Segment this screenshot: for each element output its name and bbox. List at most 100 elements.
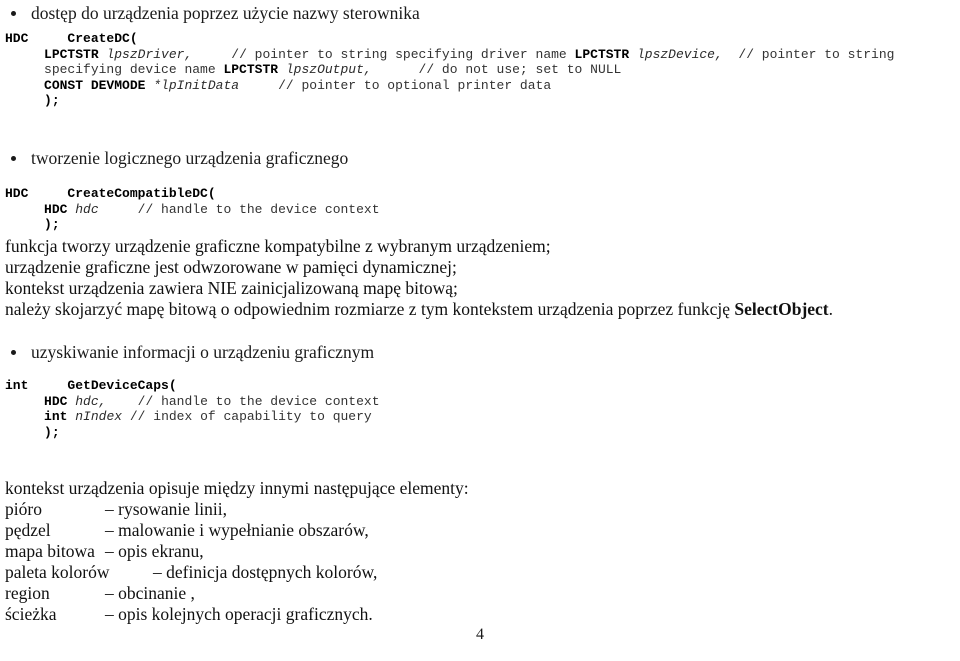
prose-line: funkcja tworzy urządzenie graficzne komp…: [5, 236, 833, 257]
code-token-ret: int: [5, 378, 29, 393]
definition-row: region – obcinanie ,: [5, 583, 377, 604]
definition-term: paleta kolorów: [5, 562, 110, 582]
prose-line: kontekst urządzenia zawiera NIE zainicja…: [5, 278, 833, 299]
definition-row: pędzel – malowanie i wypełnianie obszarów…: [5, 520, 377, 541]
definition-description: – malowanie i wypełnianie obszarów,: [105, 520, 369, 540]
definition-term: ścieżka: [5, 604, 57, 624]
code-token-kw: CONST DEVMODE: [44, 77, 146, 93]
code-line: );: [5, 93, 894, 109]
code-token-var: nIndex: [75, 409, 123, 425]
code-token-var: lpszOutput,: [285, 62, 372, 78]
code-line: HDC hdc, // handle to the device context: [5, 394, 380, 410]
definition-row: ścieżka – opis kolejnych operacji graficz…: [5, 604, 377, 625]
bullet-heading-access-device: dostęp do urządzenia poprzez użycie nazw…: [0, 2, 420, 24]
code-block-createdc: HDC CreateDC( LPCTSTR lpszDriver, // poi…: [5, 31, 894, 109]
definition-description: – obcinanie ,: [105, 583, 195, 603]
bullet-icon: [11, 156, 16, 161]
code-token-ret: HDC: [5, 31, 29, 46]
code-token-fn: CreateCompatibleDC(: [67, 186, 216, 201]
code-token-cmt: // handle to the device context: [137, 201, 380, 217]
code-token-kw: int: [44, 409, 68, 425]
definition-description: – definicja dostępnych kolorów,: [153, 562, 378, 582]
code-line: LPCTSTR lpszDriver, // pointer to string…: [5, 47, 894, 63]
page-number: 4: [476, 626, 484, 643]
definition-row: paleta kolorów – definicja dostępnych kol…: [5, 562, 377, 583]
code-token-kw: LPCTSTR: [574, 46, 630, 62]
code-token-var: hdc: [75, 201, 99, 217]
definition-term: region: [5, 583, 50, 603]
document-page: dostęp do urządzenia poprzez użycie nazw…: [0, 0, 960, 661]
code-token-fn: GetDeviceCaps(: [67, 378, 177, 393]
definition-description: – rysowanie linii,: [105, 499, 227, 519]
definition-term: pędzel: [5, 520, 51, 540]
code-token-fn: );: [44, 93, 60, 109]
code-token-cmt: // pointer to optional printer data: [278, 77, 552, 93]
code-token-cmt: // handle to the device context: [137, 393, 380, 409]
code-line: );: [5, 425, 380, 441]
bullet-icon: [11, 11, 16, 16]
definition-description: – opis ekranu,: [105, 541, 204, 561]
code-token-kw: HDC: [44, 393, 68, 409]
definition-row: pióro – rysowanie linii,: [5, 499, 377, 520]
code-line: CONST DEVMODE *lpInitData // pointer to …: [5, 78, 894, 94]
code-token-fn: CreateDC(: [67, 31, 138, 46]
bullet-heading-create-logical-device: tworzenie logicznego urządzenia graficzn…: [0, 147, 348, 169]
prose-text: należy skojarzyć mapę bitową o odpowiedn…: [5, 299, 735, 319]
code-token-cmt: // pointer to string specifying driver n…: [231, 46, 575, 62]
code-block-getdevicecaps: int GetDeviceCaps( HDC hdc, // handle to…: [5, 378, 380, 440]
code-token-var: lpszDevice,: [636, 46, 723, 62]
code-token-fn: );: [44, 217, 60, 233]
code-line: );: [5, 217, 380, 233]
bullet-heading-device-info: uzyskiwanie informacji o urządzeniu graf…: [0, 341, 374, 363]
code-token-fn: );: [44, 424, 60, 440]
code-block-createcompatibledc: HDC CreateCompatibleDC( HDC hdc // handl…: [5, 186, 380, 233]
bullet-heading-label: uzyskiwanie informacji o urządzeniu graf…: [31, 342, 375, 362]
code-token-cmt: // index of capability to query: [129, 409, 372, 425]
bullet-heading-label: tworzenie logicznego urządzenia graficzn…: [31, 148, 349, 168]
code-line: specifying device name LPCTSTR lpszOutpu…: [5, 62, 894, 78]
closing-intro-text: kontekst urządzenia opisuje między innym…: [5, 478, 469, 498]
code-token-cmt: // pointer to string: [738, 46, 895, 62]
prose-line: należy skojarzyć mapę bitową o odpowiedn…: [5, 299, 833, 320]
definition-term: mapa bitowa: [5, 541, 95, 561]
code-token-cmt: specifying device name: [44, 62, 224, 78]
prose-createcompatibledc-notes: funkcja tworzy urządzenie graficzne komp…: [5, 236, 833, 320]
prose-text: .: [828, 299, 834, 319]
code-token-var: *lpInitData: [153, 77, 240, 93]
bullet-icon: [11, 350, 16, 355]
code-token-var: hdc,: [75, 393, 107, 409]
code-line: HDC hdc // handle to the device context: [5, 201, 380, 218]
prose-text: kontekst urządzenia zawiera NIE zainicja…: [5, 278, 458, 298]
code-line: HDC CreateDC(: [5, 31, 894, 47]
code-token-kw: LPCTSTR: [44, 46, 99, 62]
code-token-ret: HDC: [5, 186, 29, 201]
code-token-kw: HDC: [44, 201, 68, 217]
prose-text: urządzenie graficzne jest odwzorowane w …: [5, 257, 457, 277]
code-line: int GetDeviceCaps(: [5, 378, 380, 394]
prose-emphasis: SelectObject: [734, 299, 829, 319]
code-line: HDC CreateCompatibleDC(: [5, 186, 380, 202]
prose-line: urządzenie graficzne jest odwzorowane w …: [5, 257, 833, 278]
definition-description: – opis kolejnych operacji graficznych.: [105, 604, 373, 624]
code-token-cmt: // do not use; set to NULL: [418, 62, 622, 78]
definition-term: pióro: [5, 499, 42, 519]
definition-row: mapa bitowa – opis ekranu,: [5, 541, 377, 562]
